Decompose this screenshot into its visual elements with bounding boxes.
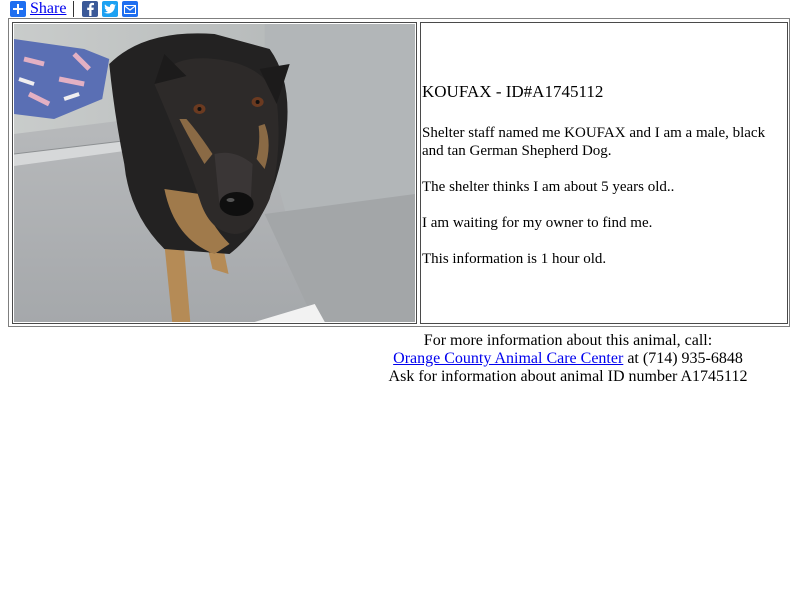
share-divider: [73, 1, 75, 17]
contact-line: Orange County Animal Care Center at (714…: [370, 350, 766, 368]
info-freshness: This information is 1 hour old.: [422, 251, 607, 267]
email-icon[interactable]: [122, 1, 139, 17]
animal-age: The shelter thinks I am about 5 years ol…: [422, 179, 675, 195]
info-cell: KOUFAX - ID#A1745112 Shelter staff named…: [420, 22, 788, 324]
contact-info: For more information about this animal, …: [370, 332, 766, 386]
animal-description: Shelter staff named me KOUFAX and I am a…: [422, 125, 766, 159]
contact-intro: For more information about this animal, …: [423, 332, 713, 349]
phone-text: at (714) 935-6848: [623, 350, 743, 367]
twitter-icon[interactable]: [102, 1, 119, 17]
contact-id-note: Ask for information about animal ID numb…: [388, 368, 748, 385]
plus-icon[interactable]: [10, 1, 26, 17]
shelter-link[interactable]: Orange County Animal Care Center: [393, 350, 623, 367]
animal-photo: [14, 24, 415, 322]
facebook-icon[interactable]: [82, 1, 99, 17]
share-link[interactable]: Share: [30, 0, 66, 18]
photo-cell: [12, 22, 417, 324]
animal-listing-table: KOUFAX - ID#A1745112 Shelter staff named…: [8, 18, 790, 327]
animal-title: KOUFAX - ID#A1745112: [422, 82, 604, 101]
share-bar: Share: [10, 0, 142, 18]
animal-status: I am waiting for my owner to find me.: [422, 215, 653, 231]
